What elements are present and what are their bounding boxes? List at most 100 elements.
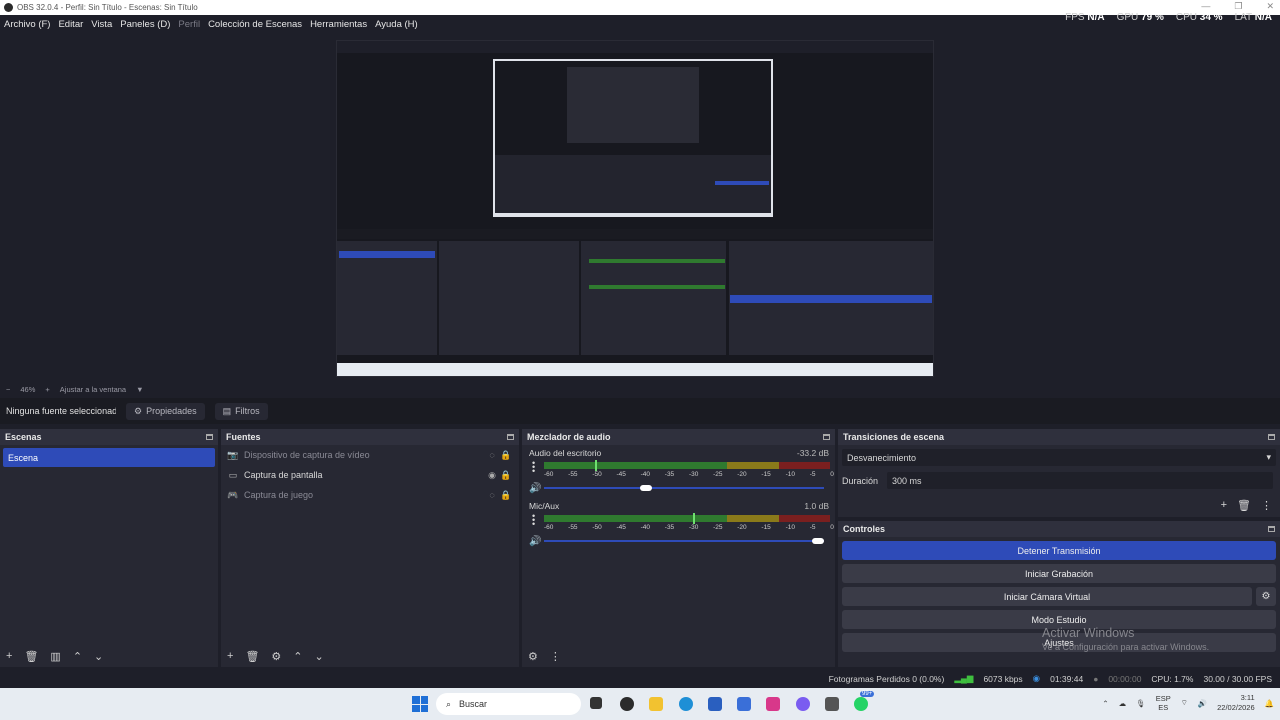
program-preview[interactable] [336,40,934,377]
meter-tick-label: -30 [688,524,699,531]
meter-tick-label: -50 [592,471,602,478]
undock-icon[interactable] [507,434,514,440]
settings-app-icon[interactable] [825,697,839,711]
undock-icon[interactable] [1268,526,1275,532]
stop-stream-button[interactable]: Detener Transmisión [842,541,1276,560]
add-icon[interactable]: + [6,650,12,662]
mixer-channel: Mic/Aux 1.0 dB • • • -60 -55 -50 -45 -40 -35 -30… [529,501,834,547]
source-row[interactable]: 🎮 Captura de juego ◌ 🔒 [221,485,519,505]
chevron-up-icon[interactable]: ⌃ [1102,699,1108,708]
search-icon: ⌕ [446,698,452,709]
menu-vista[interactable]: Vista [87,19,116,30]
undock-icon[interactable] [206,434,213,440]
performance-stats: FPS N/A GPU 79 % CPU 34 % LAT N/A [1065,12,1272,23]
trash-icon[interactable]: 🗑 [245,650,259,663]
lock-icon[interactable]: 🔒 [499,470,513,481]
notification-icon[interactable]: 🔔 [1265,699,1274,708]
mixer-settings-icon[interactable]: ⚙ [528,650,538,663]
meter-tick-label: -55 [568,471,578,478]
gear-icon[interactable]: ⚙ [271,650,281,663]
filters-button[interactable]: ▤ Filtros [214,402,268,420]
lock-icon[interactable]: 🔒 [499,490,513,501]
meter-tick-label: 0 [830,524,834,531]
speaker-icon[interactable]: 🔊 [529,536,541,547]
store-icon[interactable] [708,697,722,711]
chevron-down-icon[interactable]: ▼ [136,385,143,394]
windows-start-icon[interactable] [412,696,428,712]
menu-paneles[interactable]: Paneles (D) [116,19,174,30]
close-icon[interactable]: ✕ [1266,1,1274,12]
whatsapp-icon[interactable] [854,697,868,711]
volume-knob[interactable] [640,485,652,491]
task-view-icon[interactable] [590,697,602,709]
edge-icon[interactable] [679,697,693,711]
fit-window-label[interactable]: Ajustar a la ventana [60,385,126,394]
discord-icon[interactable] [796,697,810,711]
meter-tick-label: -40 [640,471,651,478]
undock-icon[interactable] [1268,434,1275,440]
meter-tick-label: -50 [592,524,602,531]
more-icon[interactable]: • • • [532,512,535,529]
properties-button[interactable]: ⚙ Propiedades [126,402,205,420]
volume-slider[interactable] [544,485,824,491]
taskbar-search[interactable]: ⌕ Buscar [436,693,581,715]
more-icon[interactable]: ⋮ [550,650,561,663]
scene-item[interactable]: Escena [3,448,215,467]
start-recording-button[interactable]: Iniciar Grabación [842,564,1276,583]
eye-hidden-icon[interactable]: ◌ [485,450,499,460]
instagram-icon[interactable] [766,697,780,711]
zoom-out-button[interactable]: − [6,385,10,394]
menu-coleccion[interactable]: Colección de Escenas [204,19,306,30]
menu-herramientas[interactable]: Herramientas [306,19,371,30]
lock-icon[interactable]: 🔒 [499,450,513,461]
transitions-title: Transiciones de escena [843,432,945,442]
minimize-icon[interactable]: — [1201,1,1210,12]
eye-icon[interactable]: ◉ [485,470,499,481]
meter-tick-label: 0 [830,471,834,478]
transition-select[interactable]: Desvanecimiento ▾ [842,449,1276,466]
move-up-icon[interactable]: ⌃ [293,650,302,663]
file-explorer-icon[interactable] [649,697,663,711]
transitions-dock: Transiciones de escena Desvanecimiento ▾ … [838,429,1280,517]
menu-perfil[interactable]: Perfil [174,19,204,30]
source-row[interactable]: 📷 Dispositivo de captura de vídeo ◌ 🔒 [221,445,519,465]
meter-tick-label: -10 [785,524,795,531]
move-down-icon[interactable]: ⌄ [94,650,103,663]
eye-hidden-icon[interactable]: ◌ [485,490,499,500]
source-row[interactable]: ▭ Captura de pantalla ◉ 🔒 [221,465,519,485]
trash-icon[interactable]: 🗑 [24,650,38,663]
volume-knob[interactable] [812,538,824,544]
add-icon[interactable]: + [1221,499,1227,512]
app-icon[interactable] [737,697,751,711]
sources-dock: Fuentes 📷 Dispositivo de captura de víde… [221,429,519,667]
clock[interactable]: 3:11 22/02/2026 [1217,693,1255,713]
menu-ayuda[interactable]: Ayuda (H) [371,19,422,30]
undock-icon[interactable] [823,434,830,440]
move-down-icon[interactable]: ⌄ [315,650,324,663]
volume-icon[interactable]: 🔊 [1198,699,1207,708]
obs-taskbar-icon[interactable] [620,697,634,711]
gear-icon: ⚙ [134,405,143,416]
mic-icon[interactable]: 🎙 [1136,699,1146,708]
duration-input[interactable]: 300 ms [887,472,1274,489]
start-virtual-camera-button[interactable]: Iniciar Cámara Virtual [842,587,1252,606]
monitor-icon: ▭ [228,470,238,480]
more-icon[interactable]: • • • [532,459,535,476]
volume-slider[interactable] [544,538,824,544]
move-up-icon[interactable]: ⌃ [73,650,82,663]
cloud-icon[interactable]: ☁ [1119,699,1127,708]
filter-icon[interactable]: ▥ [50,650,60,663]
language-indicator[interactable]: ESP ES [1156,694,1171,712]
zoom-in-button[interactable]: + [45,385,49,394]
virtual-camera-settings-icon[interactable]: ⚙ [1256,587,1276,606]
add-icon[interactable]: + [227,650,233,662]
more-icon[interactable]: ⋮ [1261,499,1272,512]
trash-icon[interactable]: 🗑 [1237,499,1251,512]
wifi-icon[interactable]: ⌔ [1181,698,1188,708]
menu-archivo[interactable]: Archivo (F) [0,19,54,30]
scenes-dock: Escenas Escena + 🗑 ▥ ⌃ ⌄ [0,429,218,667]
speaker-icon[interactable]: 🔊 [529,483,541,494]
maximize-icon[interactable]: ❐ [1234,1,1242,12]
menu-editar[interactable]: Editar [54,19,87,30]
meter-tick-label: -20 [737,524,747,531]
